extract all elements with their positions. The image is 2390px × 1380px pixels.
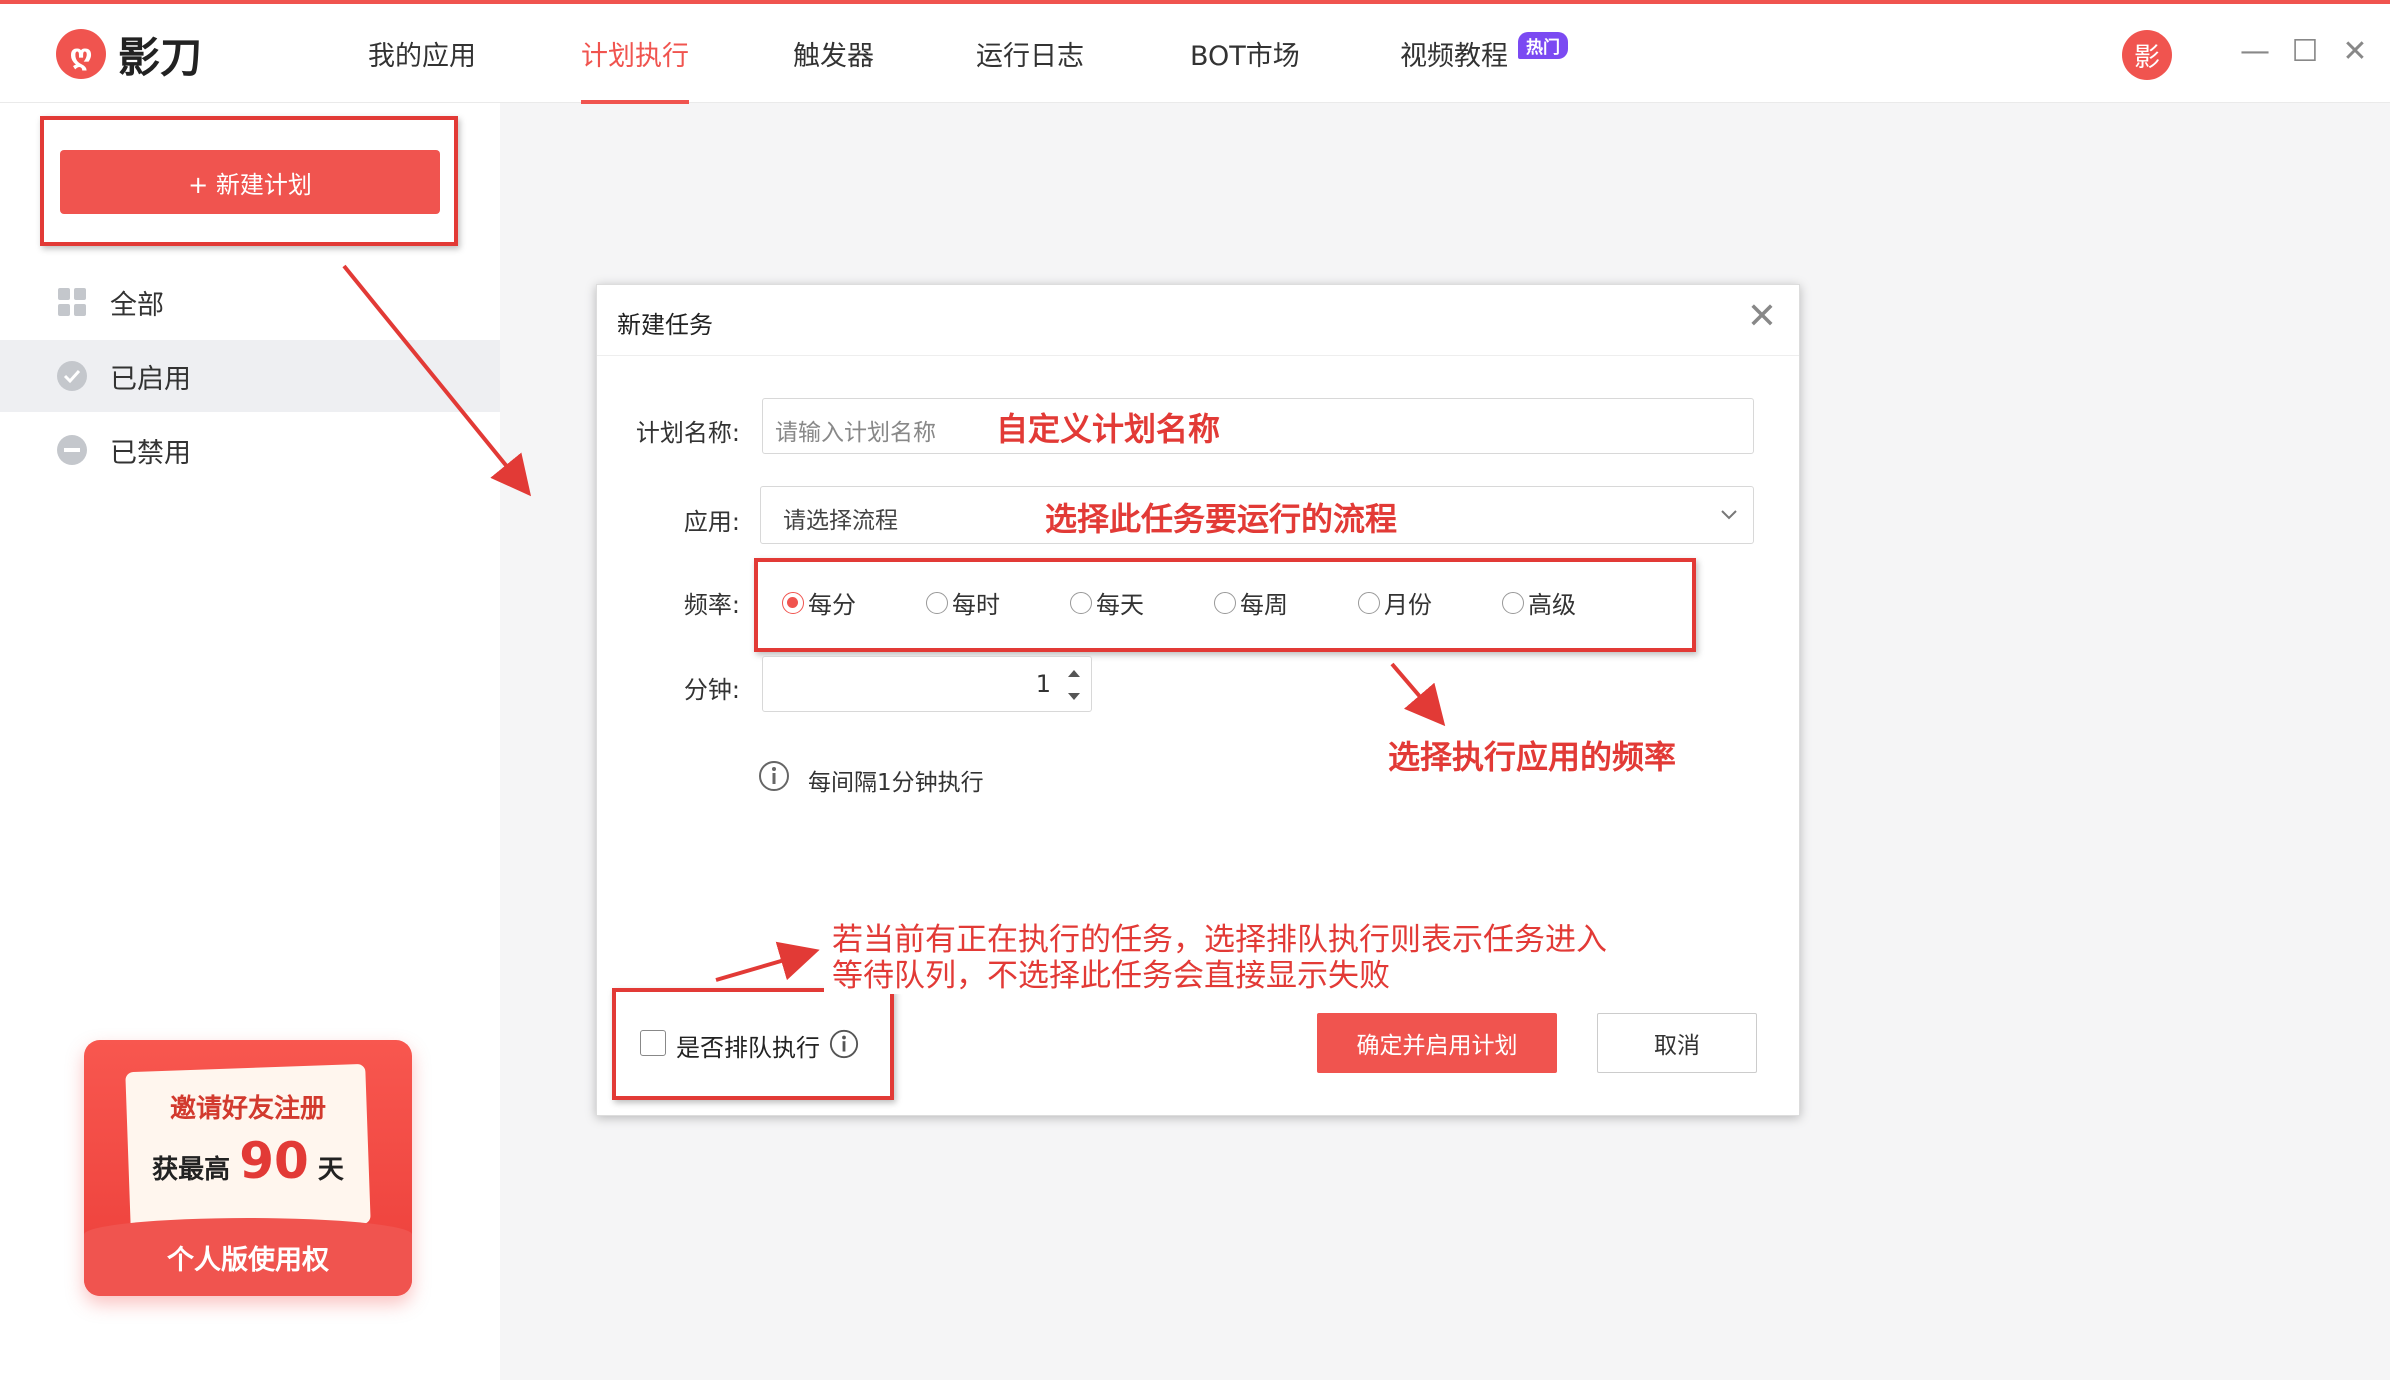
annotation-arrows bbox=[342, 264, 1446, 982]
arrow-to-dialog bbox=[342, 264, 532, 497]
arrow-to-frequency-note bbox=[1390, 662, 1446, 727]
arrow-to-queue-note bbox=[715, 941, 820, 982]
